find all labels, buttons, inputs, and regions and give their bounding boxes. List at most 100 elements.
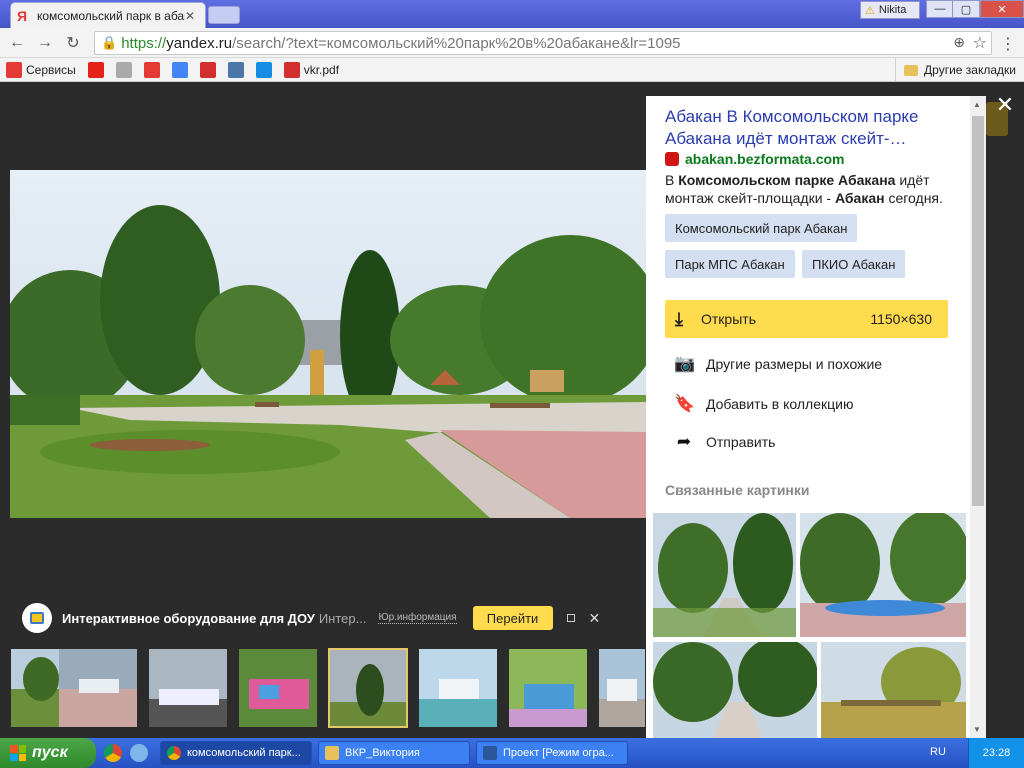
share-arrow-icon: ➦ [676,432,692,451]
result-snippet: В Комсомольском парке Абакана идёт монта… [665,172,943,206]
windows-logo-icon [10,745,26,761]
source-link[interactable]: abakan.bezformata.com [665,151,845,167]
related-image[interactable] [821,642,966,738]
zoom-icon[interactable]: ⊕ [953,34,965,51]
scrollbar-thumb[interactable] [972,116,984,506]
bookmark-google[interactable] [166,58,194,82]
browser-menu-icon[interactable]: ⋮ [998,34,1018,54]
bookmark-star-icon[interactable]: ☆ [973,33,987,53]
related-image[interactable] [653,642,817,738]
bookmark-apps-grid[interactable]: Сервисы [0,58,82,82]
lock-icon: 🔒 [101,35,118,50]
minimize-button[interactable]: — [926,0,954,18]
new-tab-button[interactable] [208,6,240,24]
bookmark-vk[interactable] [222,58,250,82]
source-domain: abakan.bezformata.com [685,151,845,167]
share-action[interactable]: ➦ Отправить [674,432,776,452]
ad-subtitle: Интер... [318,610,367,626]
thumbnail[interactable] [148,648,228,728]
word-icon [483,746,497,760]
open-image-button[interactable]: ⤓ Открыть 1150×630 [665,300,948,338]
task-word[interactable]: Проект [Режим огра... [476,741,628,765]
browser-toolbar: ← → ↻ 🔒 https:// yandex.ru /search/?text… [0,28,1024,58]
reload-icon[interactable]: ↻ [62,32,84,54]
tag-park-mps[interactable]: Парк МПС Абакан [665,250,795,278]
thumbnail[interactable] [238,648,318,728]
url-path: /search/?text=комсомольский%20парк%20в%2… [232,34,681,52]
scroll-down-icon[interactable]: ▼ [973,725,981,734]
yandex-icon [143,61,160,78]
pdf-icon [283,61,300,78]
language-indicator[interactable]: RU [930,746,946,758]
tab-title: комсомольский парк в абака... [37,8,185,23]
related-image[interactable] [800,513,966,637]
ad-expand-icon[interactable] [566,614,575,622]
bookmark-alfa[interactable] [194,58,222,82]
thumbnail[interactable] [508,648,588,728]
task-chrome[interactable]: комсомольский парк... [160,741,312,765]
page-backdrop [986,96,1024,738]
profile-button[interactable]: ⚠ Nikita [860,1,920,19]
ad-close-icon[interactable]: ✕ [589,610,601,627]
forward-arrow-icon[interactable]: → [34,32,56,54]
ad-legal-link[interactable]: Юр.информация [378,612,457,624]
result-title-link[interactable]: Абакан В Комсомольском парке Абакана идё… [665,106,955,150]
address-bar[interactable]: 🔒 https:// yandex.ru /search/?text=комсо… [94,31,992,55]
scroll-up-icon[interactable]: ▲ [973,100,981,109]
download-icon: ⤓ [675,308,683,329]
google-icon [171,61,188,78]
bookmark-page[interactable] [110,58,138,82]
maximize-button[interactable]: ▢ [952,0,980,18]
other-bookmarks-label: Другие закладки [924,63,1016,77]
chrome-icon[interactable] [104,744,122,762]
tab-close-icon[interactable]: ✕ [185,9,199,23]
camera-icon: 📷 [674,354,696,373]
add-to-collection-action[interactable]: 🔖 Добавить в коллекцию [674,394,853,414]
vk-icon [227,61,244,78]
thumbnail-selected[interactable] [328,648,408,728]
other-bookmarks-folder[interactable]: Другие закладки [895,58,1016,82]
thumbnail[interactable] [598,648,646,728]
task-folder[interactable]: ВКР_Виктория [318,741,470,765]
bookmark-pdf[interactable]: vkr.pdf [278,58,345,82]
related-image[interactable] [653,513,796,637]
ad-title[interactable]: Интерактивное оборудование для ДОУ [62,611,315,626]
tag-komsomolsky-park[interactable]: Комсомольский парк Абакан [665,214,858,242]
start-button[interactable]: пуск [0,738,96,768]
windows-taskbar: пуск комсомольский парк... ВКР_Виктория … [0,738,1024,768]
bookmark-mail[interactable] [250,58,278,82]
close-window-button[interactable]: ✕ [980,0,1024,18]
url-host: yandex.ru [166,34,233,52]
quick-launch [104,744,148,762]
ad-go-button[interactable]: Перейти [472,606,553,630]
network-icon[interactable] [130,744,148,762]
page-icon [115,61,132,78]
alfa-icon [199,61,216,78]
thumbnail[interactable] [58,648,138,728]
back-arrow-icon[interactable]: ← [6,32,28,54]
youtube-icon [87,61,104,78]
thumbnail-strip [10,648,646,730]
close-viewer-icon[interactable]: ✕ [992,92,1018,118]
warning-icon: ⚠ [865,4,875,17]
thumbnail[interactable] [418,648,498,728]
bookmark-label: vkr.pdf [303,62,340,77]
browser-tab[interactable]: Я комсомольский парк в абака... ✕ [10,2,206,28]
bookmarks-bar: Сервисы vkr.pdf Другие закладки [0,58,1024,82]
site-favicon-icon [665,152,679,166]
bookmark-youtube[interactable] [82,58,110,82]
image-info-panel: Абакан В Комсомольском парке Абакана идё… [646,96,970,738]
tag-pkio[interactable]: ПКИО Абакан [802,250,906,278]
other-sizes-action[interactable]: 📷 Другие размеры и похожие [674,354,882,374]
system-clock: 23:28 [968,738,1024,768]
related-images-heading: Связанные картинки [665,482,810,498]
mail-icon [255,61,272,78]
panel-scrollbar[interactable]: ▲ ▼ [970,96,986,738]
bookmark-icon: 🔖 [674,394,696,413]
chrome-icon [167,746,181,760]
main-image[interactable] [10,170,646,518]
yandex-favicon-icon: Я [17,7,28,24]
open-label: Открыть [701,311,756,327]
bookmark-yandex[interactable] [138,58,166,82]
url-scheme: https:// [121,34,167,52]
